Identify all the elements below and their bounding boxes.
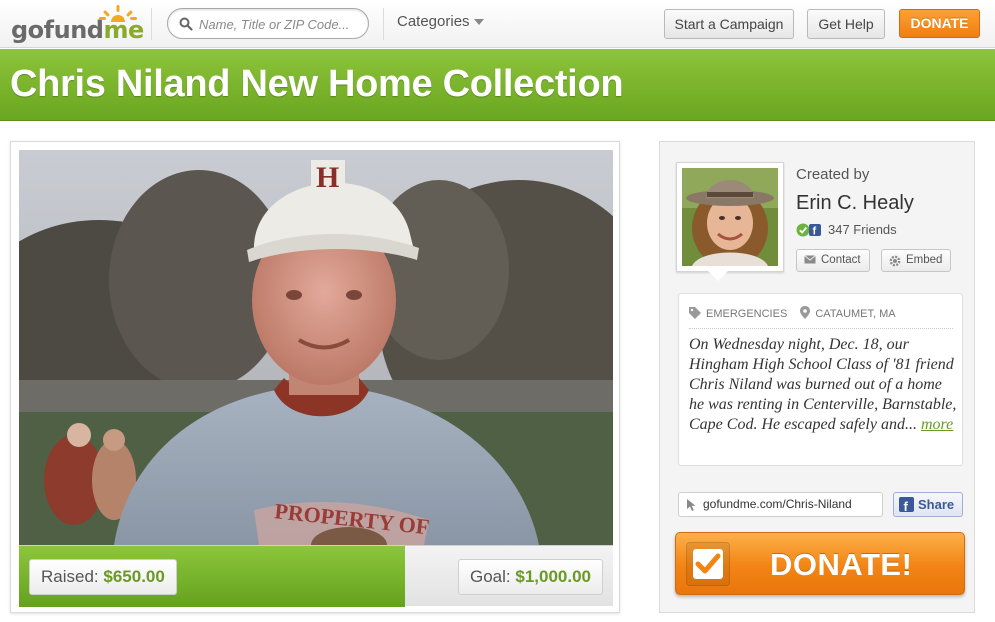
facebook-share-button[interactable]: f Share: [893, 492, 963, 517]
campaign-story-excerpt: On Wednesday night, Dec. 18, our Hingham…: [689, 335, 957, 435]
donate-main-button[interactable]: DONATE!: [675, 532, 965, 595]
verified-facebook-icon: f: [796, 223, 822, 240]
checkmark-icon: [693, 549, 723, 579]
friends-label: 347 Friends: [828, 222, 897, 237]
donate-check-badge: [686, 542, 730, 586]
campaign-story-box: EMERGENCIES CATAUMET, MA On Wednesday ni…: [678, 293, 963, 466]
svg-text:H: H: [316, 161, 339, 194]
creator-avatar[interactable]: [676, 162, 784, 272]
search-input[interactable]: [199, 15, 364, 33]
share-label: Share: [918, 497, 955, 512]
chevron-down-icon: [473, 19, 484, 26]
sun-rays-icon: [99, 5, 137, 22]
campaign-url-text: gofundme.com/Chris-Niland: [703, 497, 852, 511]
header-divider: [383, 8, 384, 40]
categories-label: Categories: [397, 13, 470, 30]
raised-amount: $650.00: [103, 567, 165, 586]
campaign-tags: EMERGENCIES CATAUMET, MA: [689, 306, 896, 322]
svg-text:f: f: [904, 499, 909, 512]
embed-label: Embed: [906, 254, 943, 266]
svg-text:f: f: [813, 226, 817, 238]
contact-label: Contact: [821, 254, 861, 266]
donate-main-label: DONATE!: [770, 547, 913, 582]
avatar: [682, 168, 778, 266]
campaign-title: Chris Niland New Home Collection: [10, 63, 624, 105]
read-more-link[interactable]: more: [921, 416, 953, 433]
facebook-icon: f: [899, 497, 914, 512]
goal-label: Goal:: [469, 567, 511, 586]
search-icon: [179, 17, 193, 31]
funding-progress-bar: Raised: $650.00 Goal: $1,000.00: [19, 545, 613, 607]
gofundme-logo[interactable]: gofundme: [11, 5, 144, 44]
story-text: On Wednesday night, Dec. 18, our Hingham…: [689, 336, 957, 433]
categories-dropdown[interactable]: Categories: [397, 13, 484, 30]
campaign-title-banner: Chris Niland New Home Collection: [0, 49, 995, 121]
campaign-photo-image: H PROPERTY OF: [19, 150, 613, 545]
creator-name[interactable]: Erin C. Healy: [796, 192, 914, 215]
get-help-button[interactable]: Get Help: [807, 9, 885, 39]
campaign-photo-card: H PROPERTY OF Raised: $650.00 Goal: $1,0…: [10, 141, 620, 613]
location-pin-icon: [800, 306, 811, 322]
category-link[interactable]: EMERGENCIES: [706, 308, 787, 320]
donate-header-button[interactable]: DONATE: [899, 9, 980, 38]
header-divider: [151, 8, 152, 40]
campaign-photo[interactable]: H PROPERTY OF: [19, 150, 613, 545]
raised-amount-badge: Raised: $650.00: [29, 559, 177, 595]
top-navigation-bar: gofundme Categories Start a Campaign Get…: [0, 0, 995, 48]
goal-amount-badge: Goal: $1,000.00: [457, 559, 603, 595]
avatar-pointer: [708, 271, 728, 281]
raised-label: Raised:: [41, 567, 99, 586]
goal-amount: $1,000.00: [515, 567, 591, 586]
campaign-sidebar: Created by Erin C. Healy f 347 Friends C…: [659, 141, 975, 613]
envelope-icon: [804, 255, 816, 264]
campaign-url-field[interactable]: gofundme.com/Chris-Niland: [678, 492, 883, 517]
contact-button[interactable]: Contact: [796, 249, 870, 272]
created-by-label: Created by: [796, 166, 870, 183]
cursor-icon: [687, 499, 696, 511]
facebook-friends-count: f 347 Friends: [796, 222, 897, 240]
story-divider: [689, 328, 953, 329]
tag-icon: [689, 307, 701, 322]
embed-button[interactable]: Embed: [881, 249, 952, 272]
gear-icon: [889, 255, 901, 267]
location-label: CATAUMET, MA: [815, 308, 896, 320]
search-box[interactable]: [167, 8, 369, 39]
start-campaign-button[interactable]: Start a Campaign: [664, 9, 794, 39]
